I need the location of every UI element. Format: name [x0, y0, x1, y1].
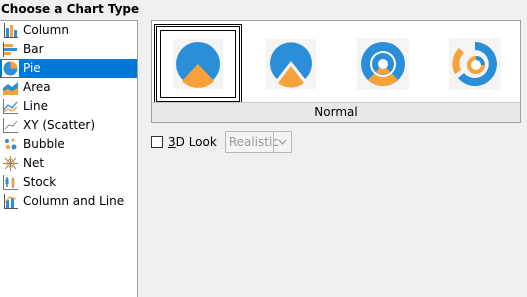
3d-scheme-select[interactable]: Realistic [224, 131, 292, 153]
bubble-chart-icon [5, 138, 17, 150]
dialog-heading: Choose a Chart Type [1, 2, 140, 16]
pie-exploded-icon [266, 39, 316, 89]
3d-look-checkbox[interactable] [151, 136, 163, 148]
chart-type-bar[interactable]: Bar [0, 40, 137, 59]
pie-normal-icon [173, 39, 223, 89]
3d-look-label-mnemonic: 3 [168, 135, 176, 149]
variant-pie-exploded[interactable] [247, 24, 335, 104]
chart-type-label: Bar [23, 42, 44, 56]
chart-type-pie[interactable]: Pie [0, 59, 137, 78]
chart-type-stock[interactable]: Stock [0, 173, 137, 192]
chart-type-label: Net [23, 156, 45, 170]
chart-type-label: Pie [23, 61, 41, 75]
chart-type-line[interactable]: Line [0, 97, 137, 116]
chart-type-label: Stock [23, 175, 57, 189]
stock-chart-icon [3, 175, 18, 190]
3d-look-label[interactable]: 3D Look [168, 135, 217, 149]
donut-exploded-icon [449, 38, 501, 90]
pie-chart-icon [2, 60, 19, 77]
chart-type-column-and-line[interactable]: Column and Line [0, 192, 137, 211]
bar-chart-icon [3, 42, 17, 57]
chart-type-bubble[interactable]: Bubble [0, 135, 137, 154]
3d-look-row: 3D Look Realistic [151, 131, 292, 153]
chart-variant-panel: Normal [151, 20, 521, 123]
variant-donut-exploded[interactable] [431, 24, 519, 104]
chart-type-area[interactable]: Area [0, 78, 137, 97]
scatter-chart-icon [3, 118, 18, 133]
column-and-line-chart-icon [4, 194, 18, 209]
donut-icon [357, 38, 409, 90]
3d-scheme-select-value: Realistic [228, 135, 279, 149]
chart-type-label: Area [23, 80, 51, 94]
chart-type-column[interactable]: Column [0, 21, 137, 40]
chart-type-label: Line [23, 99, 49, 113]
line-chart-icon [3, 99, 18, 114]
chart-type-label: Column [23, 23, 69, 37]
chart-type-label: Bubble [23, 137, 65, 151]
chart-type-xy-scatter[interactable]: XY (Scatter) [0, 116, 137, 135]
chart-type-label: Column and Line [23, 194, 125, 208]
variant-pie-normal[interactable] [154, 24, 242, 104]
chart-type-list[interactable]: Column Bar Pie Area Line XY (Scatter) Bu… [0, 20, 138, 297]
area-chart-icon [3, 82, 18, 95]
chart-type-label: XY (Scatter) [23, 118, 96, 132]
variant-donut[interactable] [339, 24, 427, 104]
3d-look-label-rest: D Look [175, 135, 217, 149]
chevron-down-icon [272, 132, 291, 152]
variant-name-label: Normal [152, 102, 520, 122]
chart-type-net[interactable]: Net [0, 154, 137, 173]
net-chart-icon [3, 156, 18, 171]
column-chart-icon [4, 23, 18, 38]
